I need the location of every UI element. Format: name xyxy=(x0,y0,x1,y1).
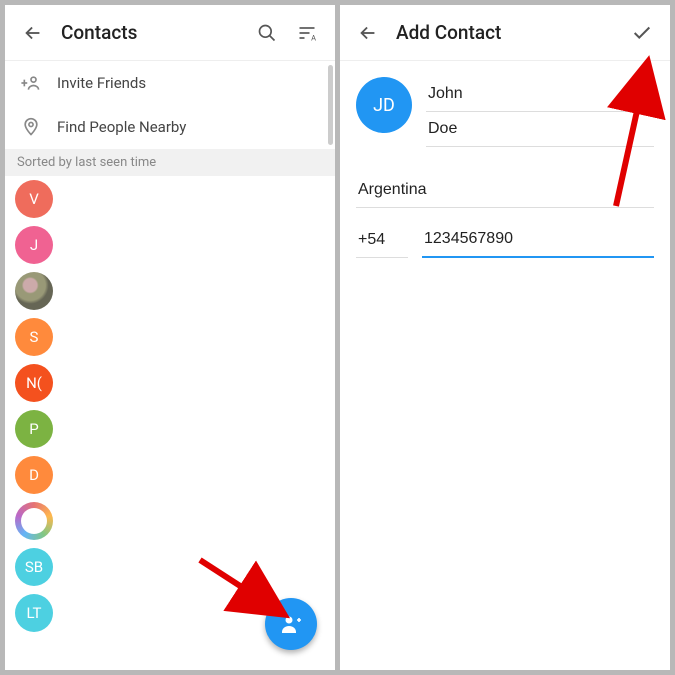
avatar xyxy=(15,502,53,540)
add-contact-app-bar: Add Contact xyxy=(340,5,670,61)
contact-row[interactable]: D xyxy=(5,452,335,498)
avatar: LT xyxy=(15,594,53,632)
sort-icon[interactable]: A xyxy=(287,13,327,53)
svg-text:A: A xyxy=(311,33,316,42)
add-contact-form: JD xyxy=(340,61,670,274)
add-contact-screen: Add Contact JD xyxy=(340,5,670,670)
avatar xyxy=(15,272,53,310)
dial-code-field[interactable] xyxy=(356,222,408,258)
country-field[interactable] xyxy=(356,173,654,208)
contacts-list[interactable]: Invite Friends Find People Nearby Sorted… xyxy=(5,61,335,670)
back-icon[interactable] xyxy=(348,13,388,53)
last-name-field[interactable] xyxy=(426,112,654,147)
avatar: J xyxy=(15,226,53,264)
confirm-icon[interactable] xyxy=(622,13,662,53)
contact-row[interactable]: S xyxy=(5,314,335,360)
back-icon[interactable] xyxy=(13,13,53,53)
avatar: SB xyxy=(15,548,53,586)
scrollbar[interactable] xyxy=(328,65,333,145)
invite-friends-label: Invite Friends xyxy=(57,74,146,92)
avatar: N( xyxy=(15,364,53,402)
contact-row[interactable] xyxy=(5,498,335,544)
add-contact-title: Add Contact xyxy=(396,21,622,44)
phone-number-field[interactable] xyxy=(422,222,654,258)
avatar: V xyxy=(15,180,53,218)
add-contact-fab[interactable] xyxy=(265,598,317,650)
contact-row[interactable] xyxy=(5,268,335,314)
avatar: JD xyxy=(356,77,412,133)
contact-row[interactable]: P xyxy=(5,406,335,452)
contacts-screen: Contacts A Invite Friends Find People Ne… xyxy=(5,5,335,670)
contact-row[interactable]: J xyxy=(5,222,335,268)
contact-row[interactable]: N( xyxy=(5,360,335,406)
location-icon xyxy=(21,117,57,137)
contact-row[interactable]: SB xyxy=(5,544,335,590)
first-name-field[interactable] xyxy=(426,77,654,112)
contacts-app-bar: Contacts A xyxy=(5,5,335,61)
avatar: P xyxy=(15,410,53,448)
avatar: D xyxy=(15,456,53,494)
sort-header: Sorted by last seen time xyxy=(5,149,335,176)
invite-friends-row[interactable]: Invite Friends xyxy=(5,61,335,105)
search-icon[interactable] xyxy=(247,13,287,53)
find-nearby-label: Find People Nearby xyxy=(57,118,186,136)
avatar: S xyxy=(15,318,53,356)
find-nearby-row[interactable]: Find People Nearby xyxy=(5,105,335,149)
invite-friends-icon xyxy=(21,73,57,93)
contact-row[interactable]: V xyxy=(5,176,335,222)
contacts-title: Contacts xyxy=(61,21,247,44)
